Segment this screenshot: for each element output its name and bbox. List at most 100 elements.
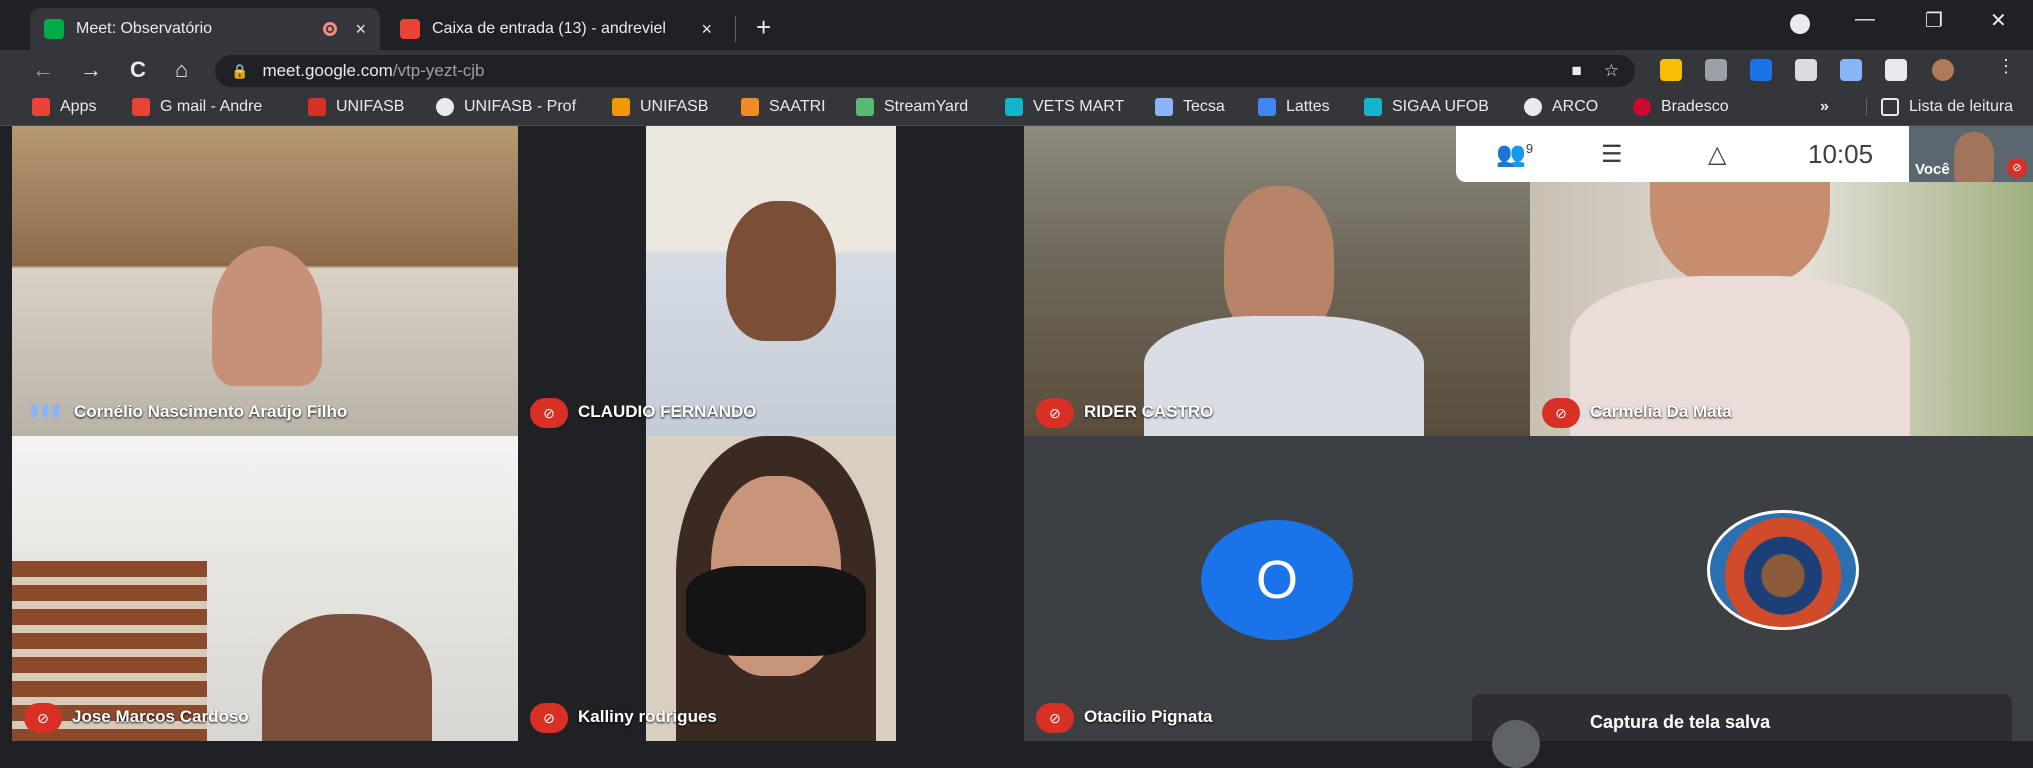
bookmark-tecsa[interactable]: Tecsa	[1155, 98, 1225, 116]
self-label: Você	[1915, 161, 1950, 178]
tab-strip: Meet: Observatório × Caixa de entrada (1…	[0, 0, 2033, 50]
participant-tile[interactable]: ⊘ CLAUDIO FERNANDO	[518, 126, 1024, 436]
back-button[interactable]: ←	[32, 57, 54, 83]
tab-title: Caixa de entrada (13) - andreviel	[432, 20, 666, 37]
drive-extension-icon[interactable]	[1660, 59, 1682, 81]
profile-avatar[interactable]	[1932, 59, 1954, 81]
bookmark-unifasb-prof[interactable]: UNIFASB - Prof	[436, 98, 576, 116]
speaking-indicator-icon: ▮▮▮	[30, 402, 63, 419]
camera-icon[interactable]: ■	[1571, 61, 1581, 81]
bookmark-star-icon[interactable]: ☆	[1604, 61, 1619, 81]
bookmark-vets-mart[interactable]: VETS MART	[1005, 98, 1124, 116]
docs-extension-icon[interactable]	[1840, 59, 1862, 81]
meeting-clock: 10:05	[1808, 138, 1874, 169]
bookmark-streamyard[interactable]: StreamYard	[856, 98, 968, 116]
minimize-button[interactable]: —	[1855, 8, 1875, 31]
paw-icon	[1155, 98, 1173, 116]
url-host: meet.google.com	[262, 61, 393, 80]
bookmarks-overflow-button[interactable]: »	[1820, 98, 1829, 116]
gmail-icon	[132, 98, 150, 116]
tab-meet[interactable]: Meet: Observatório ×	[30, 8, 380, 50]
participant-video	[262, 614, 432, 741]
url-path: /vtp-yezt-cjb	[392, 61, 485, 80]
bookmark-arco[interactable]: ARCO	[1524, 98, 1598, 116]
tab-search-icon[interactable]	[1790, 14, 1810, 34]
close-window-button[interactable]: ✕	[1990, 8, 2007, 33]
bookmark-unifasb-2[interactable]: UNIFASB	[612, 98, 708, 116]
participant-video	[646, 436, 896, 741]
tab-close-button[interactable]: ×	[701, 19, 712, 40]
bookmark-unifasb[interactable]: UNIFASB	[308, 98, 404, 116]
participants-icon[interactable]: 👥9	[1496, 140, 1533, 169]
bookmark-label: Bradesco	[1661, 98, 1729, 115]
bookmark-bradesco[interactable]: Bradesco	[1633, 98, 1729, 116]
bookmark-apps[interactable]: Apps	[32, 98, 96, 116]
participant-name: RIDER CASTRO	[1084, 402, 1214, 421]
streamyard-icon	[856, 98, 874, 116]
new-tab-button[interactable]: +	[756, 12, 771, 43]
apps-grid-icon	[32, 98, 50, 116]
reload-button[interactable]: C	[130, 57, 146, 83]
bookmark-label: Tecsa	[1183, 98, 1225, 115]
participant-name: Cornélio Nascimento Araújo Filho	[74, 402, 348, 421]
participant-name: CLAUDIO FERNANDO	[578, 402, 757, 421]
self-view[interactable]: Você ⊘	[1909, 126, 2033, 182]
globe-icon	[1524, 98, 1542, 116]
gmail-favicon-icon	[400, 19, 420, 39]
sigaa-icon	[1364, 98, 1382, 116]
mic-off-icon: ⊘	[24, 703, 62, 733]
bookmark-label: VETS MART	[1033, 98, 1125, 115]
mic-off-icon: ⊘	[1542, 398, 1580, 428]
address-bar[interactable]: 🔒 meet.google.com /vtp-yezt-cjb ■ ☆	[215, 55, 1635, 87]
participant-tile[interactable]: ⊘ RIDER CASTRO	[1024, 126, 1530, 436]
puzzle-extensions-icon[interactable]	[1885, 59, 1907, 81]
bookmark-label: SIGAA UFOB	[1392, 98, 1489, 115]
bookmark-label: SAATRI	[769, 98, 826, 115]
bradesco-icon	[1633, 98, 1651, 116]
participant-tile[interactable]: ⊘ Kalliny rodrigues	[518, 436, 1024, 741]
mic-off-icon: ⊘	[2007, 158, 2027, 178]
saatri-icon	[741, 98, 759, 116]
bookmark-lattes[interactable]: Lattes	[1258, 98, 1330, 116]
bookmark-label: StreamYard	[884, 98, 969, 115]
participant-video	[212, 246, 322, 386]
forward-button[interactable]: →	[80, 57, 102, 83]
participant-name: Kalliny rodrigues	[578, 707, 717, 726]
bookmark-label: ARCO	[1552, 98, 1599, 115]
screenshot-extension-icon[interactable]	[1795, 59, 1817, 81]
lattes-icon	[1258, 98, 1276, 116]
recording-icon	[323, 22, 338, 36]
participant-tile[interactable]: ⊘ Jose Marcos Cardoso	[12, 436, 518, 741]
bookmark-saatri[interactable]: SAATRI	[741, 98, 826, 116]
tab-gmail[interactable]: Caixa de entrada (13) - andreviel ×	[386, 8, 726, 50]
meet-favicon-icon	[44, 19, 64, 39]
tab-close-button[interactable]: ×	[355, 19, 366, 40]
dropbox-extension-icon[interactable]	[1705, 59, 1727, 81]
edu-extension-icon[interactable]	[1750, 59, 1772, 81]
home-button[interactable]: ⌂	[175, 57, 188, 83]
participant-name: Jose Marcos Cardoso	[72, 707, 249, 726]
chat-icon[interactable]: ☰	[1601, 140, 1623, 169]
participant-tile[interactable]: ▮▮▮ Cornélio Nascimento Araújo Filho	[12, 126, 518, 436]
meet-grid: ▮▮▮ Cornélio Nascimento Araújo Filho ⊘ C…	[0, 126, 2033, 768]
participant-video	[646, 126, 896, 436]
tab-separator	[735, 16, 736, 42]
globe-icon	[436, 98, 454, 116]
menu-kebab-icon[interactable]: ⋮	[1997, 56, 2015, 77]
reading-list-button[interactable]: Lista de leitura	[1866, 98, 2013, 116]
reading-list-icon	[1881, 98, 1899, 116]
bookmark-label: UNIFASB	[640, 98, 709, 115]
bookmark-gmail[interactable]: G mail - Andre	[132, 98, 262, 116]
activities-icon[interactable]: △	[1708, 140, 1726, 169]
participant-name: Carmelia Da Mata	[1590, 402, 1732, 421]
umbrella-icon	[612, 98, 630, 116]
tab-title: Meet: Observatório	[76, 20, 213, 37]
bookmark-label: G mail - Andre	[160, 98, 263, 115]
restore-button[interactable]: ❐	[1925, 8, 1943, 33]
participant-name: Otacílio Pignata	[1084, 707, 1213, 726]
toast-text: Captura de tela salva	[1590, 712, 1771, 732]
participant-tile[interactable]: O ⊘ Otacílio Pignata	[1024, 436, 1530, 741]
lock-icon: 🔒	[231, 62, 249, 79]
bookmark-sigaa-ufob[interactable]: SIGAA UFOB	[1364, 98, 1489, 116]
participant-video	[1224, 186, 1334, 336]
